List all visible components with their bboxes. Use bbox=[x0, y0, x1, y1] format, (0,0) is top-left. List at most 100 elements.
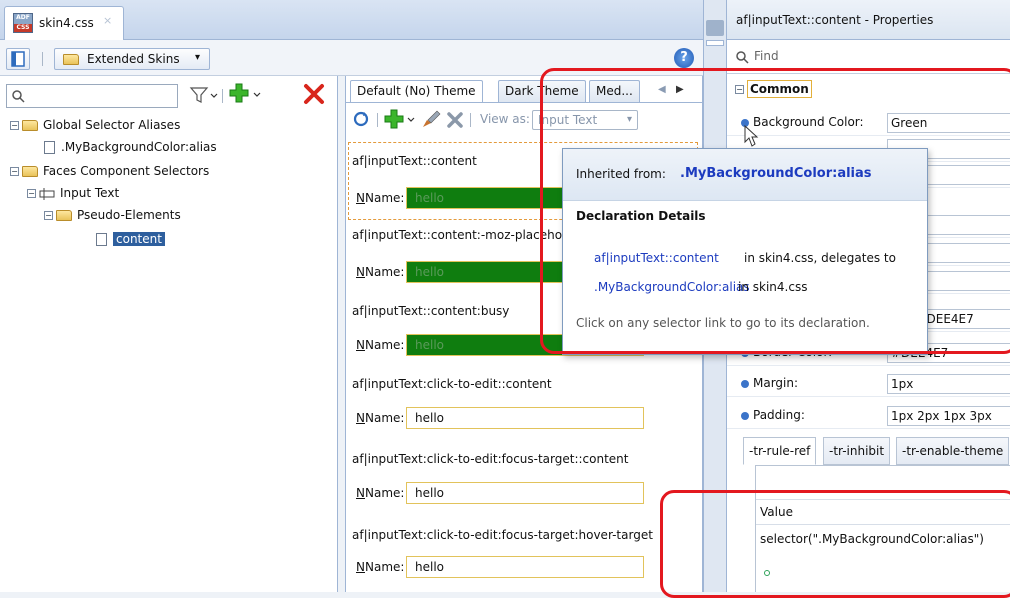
file-tab-label: skin4.css bbox=[39, 16, 94, 30]
tab-scroll-right-icon[interactable]: ▶ bbox=[676, 84, 684, 95]
filter-icon[interactable] bbox=[188, 84, 218, 106]
name-label: NName: bbox=[356, 560, 405, 574]
folder-icon bbox=[22, 120, 38, 131]
view-as-label: View as: bbox=[480, 112, 530, 126]
file-icon bbox=[96, 233, 107, 246]
panel-layout-icon bbox=[11, 51, 25, 67]
property-marker-icon bbox=[741, 411, 749, 420]
find-placeholder: Find bbox=[754, 49, 779, 63]
collapse-icon[interactable]: − bbox=[10, 121, 19, 130]
preview-selector-title: af|inputText:click-to-edit:focus-target:… bbox=[352, 452, 629, 466]
name-label: NName: bbox=[356, 486, 405, 500]
preview-input-field[interactable]: hello bbox=[406, 407, 644, 429]
name-label: NName: bbox=[356, 411, 405, 425]
preview-input-field[interactable]: hello bbox=[406, 482, 644, 504]
new-row-marker-icon bbox=[764, 570, 770, 576]
view-as-dropdown[interactable]: Input Text ▾ bbox=[532, 110, 638, 130]
collapse-icon[interactable]: − bbox=[735, 85, 744, 94]
property-row-padding: Padding: 1px 2px 1px 3px bbox=[727, 403, 1010, 429]
search-icon bbox=[736, 51, 749, 64]
folder-icon bbox=[22, 166, 38, 177]
collapse-icon[interactable]: − bbox=[44, 211, 53, 220]
tree-item-label: Input Text bbox=[60, 186, 120, 200]
edit-brush-icon[interactable] bbox=[420, 108, 442, 130]
declaration-link-alias[interactable]: .MyBackgroundColor:alias bbox=[594, 280, 750, 294]
refresh-icon[interactable] bbox=[352, 110, 370, 128]
collapse-icon[interactable]: − bbox=[10, 167, 19, 176]
extended-skins-label: Extended Skins bbox=[87, 52, 180, 66]
selector-tree-pane: − Global Selector Aliases .MyBackgroundCo… bbox=[0, 76, 338, 592]
search-icon bbox=[12, 90, 25, 103]
tree-item-label: Pseudo-Elements bbox=[77, 208, 181, 222]
tree-item-label: .MyBackgroundColor:alias bbox=[61, 140, 217, 154]
property-label: Margin: bbox=[741, 376, 798, 390]
property-row-margin: Margin: 1px bbox=[727, 371, 1010, 397]
tree-item-label: Global Selector Aliases bbox=[43, 118, 181, 132]
find-field[interactable]: Find bbox=[727, 40, 1010, 74]
close-tab-icon[interactable]: × bbox=[103, 14, 112, 27]
file-icon bbox=[44, 141, 55, 154]
inherited-from-label: Inherited from: bbox=[576, 167, 666, 181]
search-input[interactable] bbox=[6, 84, 178, 108]
toggle-panel-button[interactable] bbox=[6, 48, 30, 70]
tree-item-content[interactable]: content bbox=[96, 228, 165, 250]
editor-toolbar: Extended Skins ▾ ? bbox=[0, 40, 706, 76]
restore-panel-icon[interactable] bbox=[706, 40, 724, 46]
tree-item-pseudo-elements[interactable]: − Pseudo-Elements bbox=[44, 204, 181, 226]
folder-icon bbox=[63, 54, 79, 65]
chevron-down-icon: ▾ bbox=[195, 52, 201, 63]
preview-selector-title: af|inputText::content:-moz-placeholder bbox=[352, 228, 586, 242]
add-preview-icon[interactable] bbox=[384, 108, 418, 130]
extended-skins-dropdown[interactable]: Extended Skins ▾ bbox=[54, 48, 210, 70]
delete-icon[interactable] bbox=[303, 83, 325, 105]
declaration-line-text: in skin4.css, delegates to bbox=[744, 251, 896, 265]
rule-ref-table: Value selector(".MyBackgroundColor:alias… bbox=[755, 465, 1010, 592]
table-header-value: Value bbox=[756, 499, 1010, 525]
tab-default-theme[interactable]: Default (No) Theme bbox=[350, 80, 483, 102]
folder-icon bbox=[56, 210, 72, 221]
property-marker-icon bbox=[741, 379, 749, 388]
table-cell-value[interactable]: selector(".MyBackgroundColor:alias") bbox=[756, 532, 1010, 556]
preview-input-field[interactable]: hello bbox=[406, 556, 644, 578]
inherited-from-link[interactable]: .MyBackgroundColor:alias bbox=[680, 166, 872, 181]
help-icon[interactable]: ? bbox=[674, 48, 694, 68]
tab-tr-enable-theme[interactable]: -tr-enable-theme bbox=[896, 437, 1010, 465]
preview-selector-title: af|inputText:click-to-edit::content bbox=[352, 377, 552, 391]
tab-tr-rule-ref[interactable]: -tr-rule-ref bbox=[743, 437, 817, 465]
name-label: NName: bbox=[356, 191, 405, 205]
properties-title: af|inputText::content - Properties bbox=[727, 0, 1010, 40]
preview-selector-title: af|inputText::content bbox=[352, 154, 477, 168]
name-label: NName: bbox=[356, 265, 405, 279]
tree-item-mybackgroundcolor-alias[interactable]: .MyBackgroundColor:alias bbox=[44, 136, 217, 158]
minimize-panel-icon[interactable] bbox=[706, 20, 724, 36]
file-tab-skin4[interactable]: ADF CSS skin4.css × bbox=[4, 6, 124, 40]
view-as-value: Input Text bbox=[538, 113, 598, 127]
popup-header: Inherited from: .MyBackgroundColor:alias bbox=[563, 149, 927, 201]
collapse-icon[interactable]: − bbox=[27, 189, 36, 198]
chevron-down-icon: ▾ bbox=[626, 114, 632, 125]
tree-item-label: content bbox=[113, 232, 165, 246]
declaration-link-content[interactable]: af|inputText::content bbox=[594, 251, 719, 265]
preview-selector-title: af|inputText:click-to-edit:focus-target:… bbox=[352, 528, 653, 542]
add-selector-icon[interactable] bbox=[228, 82, 264, 106]
tab-med[interactable]: Med... bbox=[589, 80, 640, 102]
adf-css-file-icon: ADF CSS bbox=[13, 13, 33, 33]
tab-scroll-left-icon[interactable]: ◀ bbox=[658, 84, 666, 95]
property-row-background-color: Background Color: Green bbox=[727, 110, 1010, 136]
tab-tr-inhibit[interactable]: -tr-inhibit bbox=[823, 437, 891, 465]
declaration-details-heading: Declaration Details bbox=[576, 209, 706, 223]
tree-item-input-text[interactable]: − Input Text bbox=[27, 182, 119, 204]
section-title: Common bbox=[747, 80, 812, 98]
tree-item-faces-component-selectors[interactable]: − Faces Component Selectors bbox=[10, 160, 209, 182]
inheritance-popup: Inherited from: .MyBackgroundColor:alias… bbox=[562, 148, 928, 355]
mouse-cursor-icon bbox=[744, 124, 759, 147]
property-value-input[interactable]: 1px 2px 1px 3px bbox=[887, 406, 1010, 426]
popup-footer-hint: Click on any selector link to go to its … bbox=[576, 316, 870, 330]
tab-dark-theme[interactable]: Dark Theme bbox=[498, 80, 586, 102]
section-common[interactable]: − Common bbox=[735, 80, 812, 98]
property-label: Padding: bbox=[741, 408, 805, 422]
property-value-input[interactable]: Green bbox=[887, 113, 1010, 133]
tree-item-global-selector-aliases[interactable]: − Global Selector Aliases bbox=[10, 114, 180, 136]
property-value-input[interactable]: 1px bbox=[887, 374, 1010, 394]
remove-icon[interactable] bbox=[445, 110, 465, 130]
